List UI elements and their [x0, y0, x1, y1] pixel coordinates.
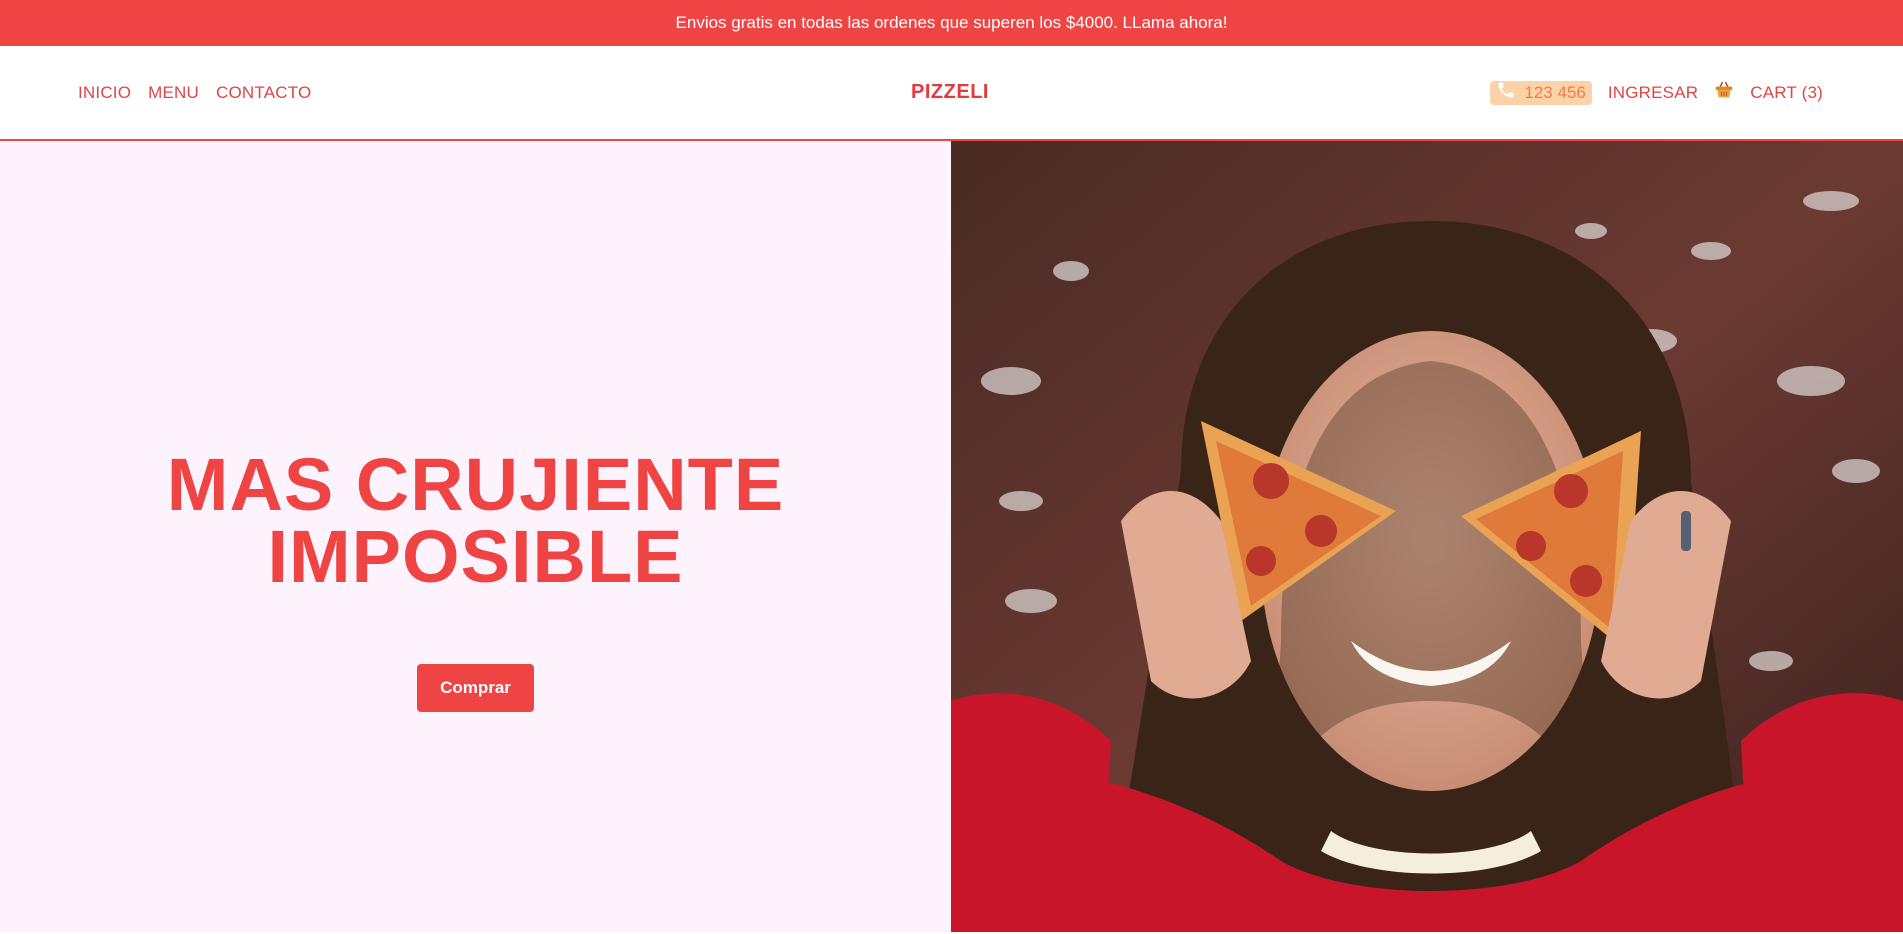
login-link[interactable]: INGRESAR — [1608, 83, 1698, 103]
hero-headline: MAS CRUJIENTE IMPOSIBLE — [167, 448, 784, 594]
nav-actions: 123 456 INGRESAR CART (3) — [1490, 80, 1823, 105]
hero-text-panel: MAS CRUJIENTE IMPOSIBLE Comprar — [0, 141, 951, 932]
phone-icon — [1496, 80, 1516, 105]
phone-number: 123 456 — [1524, 82, 1586, 102]
nav-link-menu[interactable]: MENU — [148, 83, 199, 103]
nav-link-contacto[interactable]: CONTACTO — [216, 83, 311, 103]
hero-image-panel — [951, 141, 1903, 932]
cart-link[interactable]: CART (3) — [1750, 83, 1823, 103]
nav-link-inicio[interactable]: INICIO — [78, 83, 131, 103]
top-navigation: INICIO MENU CONTACTO PIZZELI 123 456 ING… — [0, 46, 1903, 141]
basket-icon[interactable] — [1714, 80, 1734, 105]
nav-links: INICIO MENU CONTACTO — [78, 83, 311, 103]
promo-text: Envios gratis en todas las ordenes que s… — [675, 13, 1228, 32]
promo-banner: Envios gratis en todas las ordenes que s… — [0, 0, 1903, 46]
hero-headline-line-2: IMPOSIBLE — [267, 515, 684, 598]
hero-headline-line-1: MAS CRUJIENTE — [166, 443, 785, 526]
buy-button[interactable]: Comprar — [417, 664, 534, 712]
phone-badge[interactable]: 123 456 — [1490, 80, 1592, 105]
hero-photo — [951, 141, 1903, 932]
brand-logo[interactable]: PIZZELI — [911, 81, 989, 104]
hero-section: MAS CRUJIENTE IMPOSIBLE Comprar — [0, 141, 1903, 932]
